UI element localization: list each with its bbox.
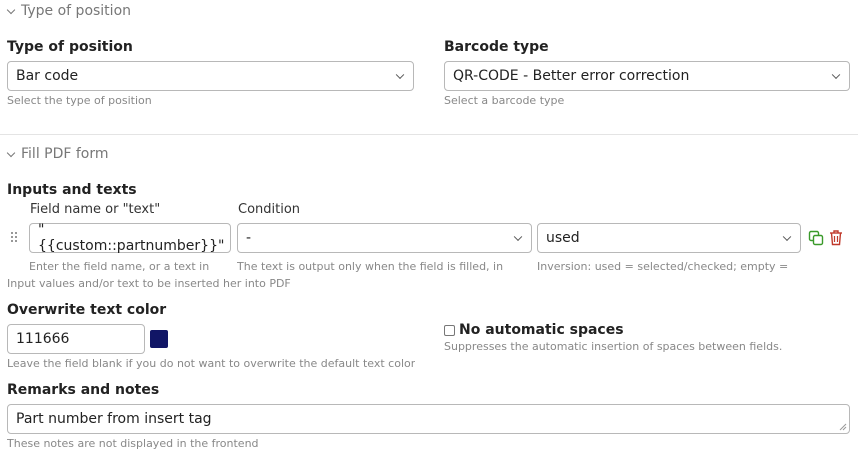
- type-of-position-label: Type of position: [7, 39, 133, 55]
- chevron-down-icon: [831, 70, 841, 80]
- column-header-condition: Condition: [238, 202, 301, 217]
- used-help: Inversion: used = selected/checked; empt…: [537, 260, 789, 273]
- remarks-help: These notes are not displayed in the fro…: [7, 437, 259, 450]
- no-automatic-spaces-row[interactable]: No automatic spaces: [444, 322, 624, 338]
- remarks-value: Part number from insert tag: [16, 411, 212, 427]
- section-divider: [0, 134, 858, 135]
- drag-handle-icon[interactable]: [11, 232, 19, 244]
- chevron-down-icon: [513, 232, 523, 242]
- condition-help: The text is output only when the field i…: [237, 260, 504, 273]
- text-color-value: 111666: [16, 331, 70, 347]
- resize-handle-icon[interactable]: [839, 423, 847, 431]
- trash-icon[interactable]: [828, 229, 844, 246]
- section-toggle-fill-pdf-form[interactable]: Fill PDF form: [6, 146, 109, 162]
- remarks-textarea[interactable]: Part number from insert tag: [7, 404, 850, 434]
- section-title: Type of position: [21, 3, 132, 19]
- section-title: Fill PDF form: [21, 146, 109, 162]
- section-toggle-type-of-position[interactable]: Type of position: [6, 3, 131, 19]
- used-value: used: [546, 230, 580, 246]
- no-automatic-spaces-checkbox[interactable]: [444, 324, 455, 336]
- type-of-position-value: Bar code: [16, 68, 79, 84]
- overwrite-text-color-label: Overwrite text color: [7, 302, 167, 318]
- color-swatch[interactable]: [150, 330, 168, 348]
- no-automatic-spaces-help: Suppresses the automatic insertion of sp…: [444, 340, 783, 353]
- field-name-help: Enter the field name, or a text in: [29, 260, 210, 273]
- inputs-general-help: Input values and/or text to be inserted …: [7, 277, 291, 290]
- type-of-position-help: Select the type of position: [7, 94, 152, 107]
- chevron-down-icon: [395, 70, 405, 80]
- condition-select[interactable]: -: [237, 223, 532, 253]
- chevron-down-icon: [6, 148, 16, 157]
- text-color-input[interactable]: 111666: [7, 324, 145, 354]
- text-color-help: Leave the field blank if you do not want…: [7, 357, 416, 370]
- type-of-position-select[interactable]: Bar code: [7, 61, 414, 91]
- column-header-field-name: Field name or "text": [30, 202, 161, 217]
- barcode-type-value: QR-CODE - Better error correction: [453, 68, 690, 84]
- barcode-type-select[interactable]: QR-CODE - Better error correction: [444, 61, 850, 91]
- copy-icon[interactable]: [808, 230, 824, 246]
- barcode-type-help: Select a barcode type: [444, 94, 565, 107]
- barcode-type-label: Barcode type: [444, 39, 549, 55]
- field-name-value: "{{custom::partnumber}}": [38, 222, 225, 254]
- no-automatic-spaces-label: No automatic spaces: [459, 322, 624, 338]
- remarks-label: Remarks and notes: [7, 382, 160, 398]
- chevron-down-icon: [782, 232, 792, 242]
- used-select[interactable]: used: [537, 223, 801, 253]
- field-name-input[interactable]: "{{custom::partnumber}}": [29, 222, 231, 254]
- condition-value: -: [246, 230, 252, 246]
- inputs-and-texts-label: Inputs and texts: [7, 182, 137, 198]
- chevron-down-icon: [6, 5, 16, 14]
